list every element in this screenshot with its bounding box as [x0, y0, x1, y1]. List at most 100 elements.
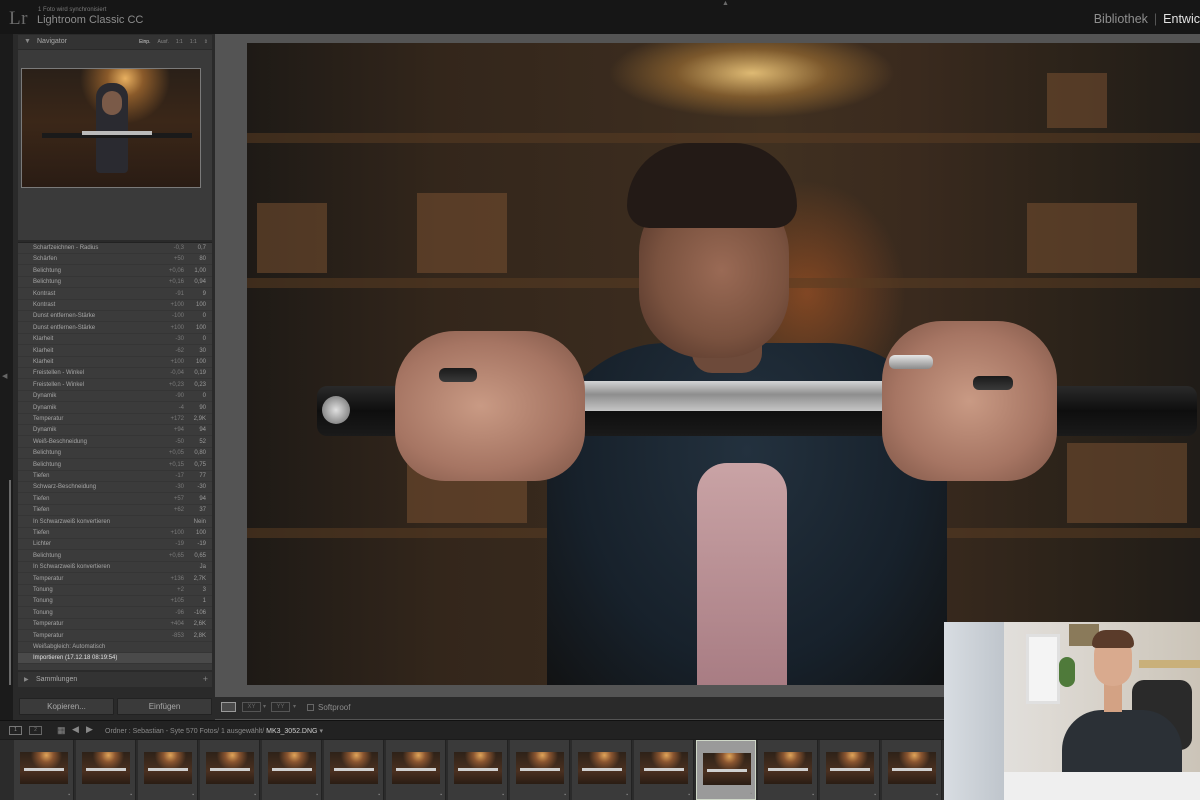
back-arrow-icon[interactable]: ◀: [72, 724, 79, 735]
history-step-name: Importieren (17.12.18 08:19:54): [33, 655, 118, 662]
survey-view-icon[interactable]: YY: [271, 702, 290, 712]
history-step-delta: +404: [170, 621, 184, 628]
filmstrip-thumbnail[interactable]: ▪: [510, 740, 570, 800]
filmstrip-thumbnail[interactable]: ▪: [448, 740, 508, 800]
history-step[interactable]: Klarheit -30 0: [18, 334, 212, 346]
copy-button[interactable]: Kopieren...: [19, 698, 114, 715]
zoom-1-1[interactable]: 1:1: [176, 39, 183, 45]
paste-button[interactable]: Einfügen: [117, 698, 212, 715]
filmstrip-thumbnail[interactable]: ▪: [758, 740, 818, 800]
filmstrip-thumbnail[interactable]: ▪: [882, 740, 942, 800]
history-step-value: 100: [195, 530, 206, 536]
main-window-icon[interactable]: 1: [9, 726, 22, 735]
module-develop[interactable]: Entwic: [1163, 12, 1200, 26]
history-step[interactable]: Temperatur +404 2,6K: [18, 619, 212, 631]
softproof-label: Softproof: [318, 703, 351, 712]
history-step[interactable]: Temperatur +136 2,7K: [18, 574, 212, 585]
history-step[interactable]: Dunst entfernen-Stärke +100 100: [18, 323, 212, 334]
webcam-plant: [1059, 657, 1075, 687]
history-step-delta: +105: [170, 598, 184, 605]
filmstrip-thumbnail[interactable]: ▪: [386, 740, 446, 800]
history-step[interactable]: Tiefen +57 94: [18, 494, 212, 505]
module-picker: Bibliothek | Entwic: [1094, 12, 1200, 26]
navigator-preview-image[interactable]: [21, 68, 201, 188]
history-step-name: Dynamik: [33, 393, 57, 400]
disclosure-triangle-icon[interactable]: ▶: [24, 676, 29, 683]
main-photo[interactable]: [247, 43, 1200, 685]
history-step-value: 94: [199, 427, 206, 434]
history-step[interactable]: Schärfen +50 80: [18, 254, 212, 266]
history-step[interactable]: Tonung -96 -106: [18, 608, 212, 619]
history-step[interactable]: Dynamik -4 90: [18, 403, 212, 414]
disclosure-triangle-icon[interactable]: ▼: [24, 38, 31, 45]
history-step[interactable]: Belichtung +0,65 0,65: [18, 551, 212, 562]
collapse-left-panel-icon[interactable]: ◀: [2, 372, 7, 380]
history-step[interactable]: Klarheit +100 100: [18, 357, 212, 368]
history-step[interactable]: Weißabgleich: Automatisch: [18, 642, 212, 653]
history-step[interactable]: Lichter -19 -19: [18, 539, 212, 551]
history-step[interactable]: Importieren (17.12.18 08:19:54): [18, 653, 212, 665]
grid-icon[interactable]: ▦: [57, 725, 66, 736]
secondary-window-icon[interactable]: 2: [29, 726, 42, 735]
forward-arrow-icon[interactable]: ▶: [86, 724, 93, 735]
zoom-dropdown-icon[interactable]: ⇕: [204, 39, 208, 45]
history-step[interactable]: Belichtung +0,05 0,80: [18, 448, 212, 460]
history-step-name: Dynamik: [33, 404, 57, 411]
history-step[interactable]: Dunst entfernen-Stärke -100 0: [18, 311, 212, 323]
add-collection-icon[interactable]: +: [203, 674, 208, 684]
module-library[interactable]: Bibliothek: [1094, 12, 1148, 26]
chevron-down-icon[interactable]: ▾: [293, 703, 296, 710]
loupe-view-icon[interactable]: [221, 702, 236, 712]
history-step[interactable]: Temperatur +172 2,9K: [18, 414, 212, 425]
filmstrip-thumbnail[interactable]: ▪: [76, 740, 136, 800]
history-step[interactable]: Tonung +105 1: [18, 596, 212, 608]
history-step[interactable]: Belichtung +0,15 0,75: [18, 460, 212, 471]
history-step[interactable]: In Schwarzweiß konvertieren Nein: [18, 517, 212, 528]
filmstrip-thumbnail[interactable]: ▪: [200, 740, 260, 800]
history-step[interactable]: Belichtung +0,16 0,94: [18, 277, 212, 289]
history-step[interactable]: Temperatur -853 2,8K: [18, 631, 212, 642]
chevron-down-icon[interactable]: ▾: [319, 728, 323, 735]
history-step[interactable]: Tonung +2 3: [18, 585, 212, 596]
filmstrip-thumbnail[interactable]: ▪: [696, 740, 756, 800]
zoom-fit[interactable]: Einp.: [139, 39, 150, 45]
history-step[interactable]: Kontrast +100 100: [18, 300, 212, 311]
history-step[interactable]: Tiefen -17 77: [18, 471, 212, 482]
zoom-fill[interactable]: Ausf.: [157, 39, 168, 45]
navigator-header[interactable]: ▼ Navigator Einp. Ausf. 1:1 1:1 ⇕: [18, 35, 212, 49]
history-step[interactable]: Schwarz-Beschneidung -30 -30: [18, 482, 212, 494]
history-step[interactable]: In Schwarzweiß konvertieren Ja: [18, 562, 212, 574]
history-step[interactable]: Kontrast -91 9: [18, 289, 212, 300]
history-step[interactable]: Freistellen - Winkel +0,23 0,23: [18, 380, 212, 391]
history-step[interactable]: Weiß-Beschneidung -50 52: [18, 437, 212, 448]
history-step[interactable]: Belichtung +0,06 1,00: [18, 266, 212, 277]
history-step[interactable]: Tiefen +100 100: [18, 528, 212, 539]
filmstrip-thumbnail[interactable]: ▪: [14, 740, 74, 800]
history-step-value: 100: [195, 359, 206, 365]
filmstrip-thumbnail[interactable]: ▪: [262, 740, 322, 800]
collections-header[interactable]: ▶ Sammlungen +: [18, 672, 212, 687]
filmstrip-thumbnail[interactable]: ▪: [572, 740, 632, 800]
filmstrip-thumbnail[interactable]: ▪: [324, 740, 384, 800]
softproof-checkbox[interactable]: [307, 704, 314, 711]
filmstrip-source[interactable]: Ordner : Sebastian - Syte 570 Fotos/ 1 a…: [105, 727, 323, 735]
history-step[interactable]: Dynamik +94 94: [18, 425, 212, 437]
history-step[interactable]: Tiefen +62 37: [18, 505, 212, 517]
webcam-overlay: [944, 622, 1200, 800]
filmstrip-thumbnail[interactable]: ▪: [634, 740, 694, 800]
history-step[interactable]: Freistellen - Winkel -0,04 0,19: [18, 368, 212, 380]
filmstrip-thumbnail[interactable]: ▪: [138, 740, 198, 800]
scrollbar[interactable]: [9, 480, 11, 685]
chevron-down-icon[interactable]: ▾: [263, 703, 266, 710]
history-step[interactable]: Scharfzeichnen - Radius -0,3 0,7: [18, 243, 212, 254]
webcam-person-neck: [1104, 682, 1122, 712]
compare-view-icon[interactable]: XY: [242, 702, 261, 712]
webcam-monitor: [944, 622, 1004, 800]
history-step[interactable]: Dynamik -90 0: [18, 391, 212, 403]
zoom-custom[interactable]: 1:1: [190, 39, 197, 45]
filmstrip-thumbnail[interactable]: ▪: [820, 740, 880, 800]
thumbnail-image: [82, 752, 130, 784]
history-step[interactable]: Klarheit -62 30: [18, 346, 212, 357]
collapse-top-panel-icon[interactable]: ▲: [722, 0, 729, 7]
photo-hair: [627, 143, 797, 228]
